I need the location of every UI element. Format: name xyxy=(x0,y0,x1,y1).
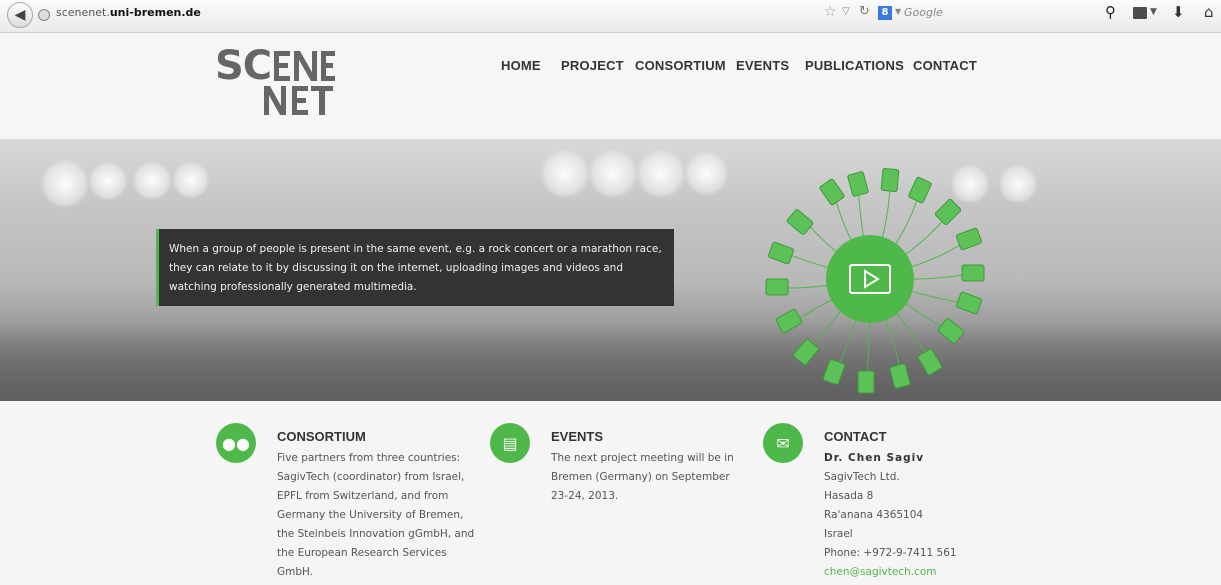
back-button[interactable]: ◀ xyxy=(7,2,33,28)
logo-mark-icon xyxy=(264,51,335,115)
info-section: ●● CONSORTIUM Five partners from three c… xyxy=(0,401,1221,585)
consortium-line: the Steinbeis Innovation gGmbH, and xyxy=(277,528,475,540)
consortium-line: Five partners from three countries: xyxy=(277,452,461,464)
calendar-icon: ▤ xyxy=(490,423,530,463)
arrow-left-icon: ◀ xyxy=(14,7,26,23)
url-prefix: scenenet. xyxy=(56,6,110,19)
consortium-line: SagivTech (coordinator) from Israel, xyxy=(277,471,465,483)
consortium-line: GmbH. xyxy=(277,566,314,578)
stage-light xyxy=(588,149,638,199)
contact-line: Israel xyxy=(824,528,853,540)
envelope-icon: ✉ xyxy=(763,423,803,463)
site-header: SC HOME PROJECT CONSORTIUM EVENTS PUBLIC… xyxy=(0,33,1221,139)
contact-name: Dr. Chen Sagiv xyxy=(824,452,925,464)
stage-light xyxy=(172,161,210,199)
search-engine-logo-icon[interactable]: 8 xyxy=(878,6,892,20)
browser-toolbar: ◀ scenenet.uni-bremen.de ☆ ▽ ↻ 8 ▼ Googl… xyxy=(0,0,1221,33)
contact-email-link[interactable]: chen@sagivtech.com xyxy=(824,566,937,578)
consortium-line: EPFL from Switzerland, and from xyxy=(277,490,449,502)
reload-icon[interactable]: ↻ xyxy=(859,4,870,19)
contact-line: Hasada 8 xyxy=(824,490,874,502)
events-body: The next project meeting will be in Brem… xyxy=(551,449,751,506)
nav-consortium[interactable]: CONSORTIUM xyxy=(635,58,726,73)
stage-light xyxy=(88,161,128,201)
contact-title: CONTACT xyxy=(824,429,887,444)
contact-body: Dr. Chen Sagiv SagivTech Ltd. Hasada 8 R… xyxy=(824,449,1044,582)
search-icon[interactable]: ⚲ xyxy=(1105,3,1116,21)
download-icon[interactable]: ⬇ xyxy=(1172,3,1185,21)
bookmarks-icon[interactable] xyxy=(1133,7,1147,19)
site-logo[interactable]: SC xyxy=(215,43,340,117)
events-line: 23-24, 2013. xyxy=(551,490,619,502)
network-diagram-icon xyxy=(765,168,985,394)
history-dropdown-icon[interactable]: ▽ xyxy=(842,6,850,17)
stage-light xyxy=(684,151,729,196)
events-title: EVENTS xyxy=(551,429,604,444)
contact-line: Ra'anana 4365104 xyxy=(824,509,924,521)
stage-light xyxy=(998,164,1038,204)
stage-light xyxy=(636,149,686,199)
site-identity-icon[interactable] xyxy=(38,9,50,21)
stage-light xyxy=(132,161,172,201)
stage-light xyxy=(540,149,590,199)
consortium-line: the European Research Services xyxy=(277,547,447,559)
nav-publications[interactable]: PUBLICATIONS xyxy=(805,58,904,73)
hero-banner: When a group of people is present in the… xyxy=(0,139,1221,401)
hero-caption: When a group of people is present in the… xyxy=(156,229,674,306)
hero-caption-text: When a group of people is present in the… xyxy=(169,243,662,293)
contact-line: SagivTech Ltd. xyxy=(824,471,900,483)
nav-events[interactable]: EVENTS xyxy=(736,58,789,73)
nav-contact[interactable]: CONTACT xyxy=(913,58,977,73)
stage-light xyxy=(40,159,90,209)
home-icon[interactable]: ⌂ xyxy=(1204,3,1214,21)
bookmark-star-icon[interactable]: ☆ xyxy=(824,4,837,20)
search-engine-dropdown-icon[interactable]: ▼ xyxy=(895,7,901,16)
bookmarks-dropdown-icon[interactable]: ▼ xyxy=(1150,7,1157,17)
consortium-line: Germany the University of Bremen, xyxy=(277,509,464,521)
events-line: Bremen (Germany) on September xyxy=(551,471,730,483)
group-icon: ●● xyxy=(216,423,256,463)
contact-line: Phone: +972-9-7411 561 xyxy=(824,547,957,559)
nav-home[interactable]: HOME xyxy=(501,58,541,73)
url-domain: uni-bremen.de xyxy=(109,6,201,19)
crowd-silhouette xyxy=(0,321,1221,401)
consortium-body: Five partners from three countries: Sagi… xyxy=(277,449,477,582)
events-line: The next project meeting will be in xyxy=(551,452,734,464)
search-input-placeholder[interactable]: Google xyxy=(904,6,943,19)
address-bar[interactable]: scenenet.uni-bremen.de xyxy=(56,6,201,19)
nav-project[interactable]: PROJECT xyxy=(561,58,624,73)
consortium-title: CONSORTIUM xyxy=(277,429,366,444)
